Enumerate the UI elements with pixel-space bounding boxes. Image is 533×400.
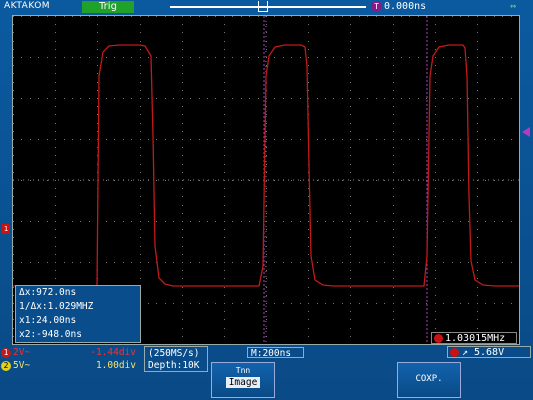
oscilloscope-screen: AKTAKOM Trig T 0.000ns ⇔ 1 Δx:972.0ns 1/…: [0, 0, 533, 400]
channel-2-scale: 5V~: [13, 360, 31, 371]
trigger-readout[interactable]: ↗ 5.68V: [447, 346, 531, 358]
sample-rate: (250MS/s): [148, 348, 200, 359]
timebase-readout[interactable]: M:200ns: [247, 347, 304, 359]
softkey-coxp[interactable]: COXP.: [397, 362, 461, 398]
softkey-image[interactable]: Tnn Image: [211, 362, 275, 398]
usb-icon: ⇔: [510, 1, 517, 12]
memory-depth: Depth:10K: [148, 360, 200, 371]
trigger-time-offset: 0.000ns: [384, 1, 427, 12]
channel-2-badge: 2: [1, 361, 11, 371]
ch1-waveform-trace: [13, 44, 519, 287]
channel-1-badge: 1: [1, 348, 11, 358]
rising-edge-icon: ↗: [462, 347, 469, 358]
channel-1-offset: -1.44div: [90, 347, 136, 358]
softkey-coxp-label: COXP.: [415, 374, 443, 384]
cursor-readout-panel: Δx:972.0ns 1/Δx:1.029MHZ x1:24.00ns x2:-…: [15, 285, 141, 343]
acquisition-info: (250MS/s) Depth:10K: [144, 346, 208, 372]
trigger-status-badge: Trig: [82, 1, 134, 13]
channel-1-scale: 2V~: [13, 347, 31, 358]
cursor-x1-value: x1:24.00ns: [19, 315, 77, 326]
softkey-image-title: Tnn: [235, 366, 251, 375]
channel-2-readout[interactable]: 2 5V~ 1.00div: [0, 360, 140, 372]
timebase-position-bar: [170, 6, 366, 8]
top-status-bar: AKTAKOM Trig T 0.000ns ⇔: [0, 0, 533, 14]
ch1-ground-marker[interactable]: 1: [2, 224, 10, 234]
channel-2-offset: 1.00div: [95, 360, 136, 371]
brand-label: AKTAKOM: [4, 1, 51, 11]
timebase-window-marker: [258, 1, 268, 12]
trigger-level-marker[interactable]: [522, 127, 530, 137]
trigger-level-value: 5.68V: [474, 347, 505, 358]
trigger-channel-badge: T: [371, 1, 382, 12]
cursor-delta-x: Δx:972.0ns: [19, 287, 77, 298]
frequency-channel-badge: [434, 333, 443, 343]
trigger-source-badge: [450, 348, 459, 357]
softkey-image-label: Image: [225, 377, 261, 388]
frequency-value: 1.03015MHz: [445, 333, 506, 344]
frequency-counter: 1.03015MHz: [431, 332, 517, 344]
cursor-x2-value: x2:-948.0ns: [19, 329, 82, 340]
cursor-inverse-delta-x: 1/Δx:1.029MHZ: [19, 301, 94, 312]
channel-1-readout[interactable]: 1 2V~ -1.44div: [0, 347, 140, 359]
